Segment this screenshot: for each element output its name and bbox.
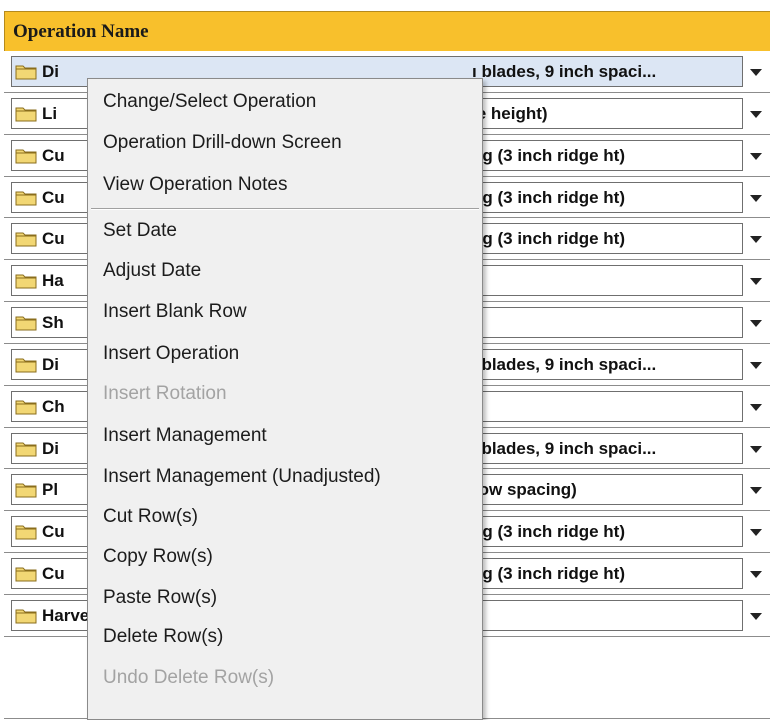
- operation-name-text-visible: je height): [472, 103, 548, 123]
- folder-icon: [15, 609, 37, 624]
- menu-item-insert-management[interactable]: Insert Management: [103, 425, 267, 447]
- menu-item-view-operation-notes[interactable]: View Operation Notes: [103, 174, 287, 196]
- menu-item-change-select-operation[interactable]: Change/Select Operation: [103, 91, 316, 113]
- operations-panel: Operation Name Di ı blades, 9 inch spaci…: [0, 0, 770, 720]
- menu-item-set-date[interactable]: Set Date: [103, 220, 177, 242]
- dropdown-arrow-icon[interactable]: [745, 432, 768, 464]
- operation-name-text-visible: ı blades, 9 inch spaci...: [472, 62, 657, 81]
- folder-icon: [15, 525, 37, 540]
- folder-icon: [15, 483, 37, 498]
- operation-name-text-visible: row spacing): [472, 480, 577, 500]
- dropdown-arrow-icon[interactable]: [745, 474, 768, 506]
- folder-icon: [15, 442, 37, 457]
- folder-icon: [15, 65, 37, 80]
- operation-name-column-header[interactable]: Operation Name: [4, 11, 770, 51]
- folder-icon: [15, 107, 37, 122]
- folder-icon: [15, 567, 37, 582]
- menu-separator: [91, 208, 479, 210]
- folder-icon: [15, 274, 37, 289]
- dropdown-arrow-icon[interactable]: [745, 307, 768, 339]
- dropdown-arrow-icon[interactable]: [745, 348, 768, 380]
- dropdown-arrow-icon[interactable]: [745, 97, 768, 129]
- menu-item-undo-delete-rows: Undo Delete Row(s): [103, 667, 275, 688]
- operation-name-text-visible: ng (3 inch ridge ht): [472, 564, 625, 584]
- dropdown-arrow-icon[interactable]: [745, 265, 768, 297]
- dropdown-arrow-icon[interactable]: [745, 181, 768, 213]
- operation-name-text-visible: ng (3 inch ridge ht): [472, 229, 625, 249]
- operation-name-text-visible: ı blades, 9 inch spaci...: [472, 438, 657, 458]
- folder-icon: [15, 358, 37, 373]
- dropdown-arrow-icon[interactable]: [745, 139, 768, 171]
- folder-icon: [15, 191, 37, 206]
- context-menu: Change/Select Operation Operation Drill-…: [87, 78, 483, 720]
- menu-item-delete-rows[interactable]: Delete Row(s): [103, 626, 223, 648]
- menu-item-insert-management-unadjusted[interactable]: Insert Management (Unadjusted): [103, 466, 381, 488]
- menu-item-cut-rows[interactable]: Cut Row(s): [103, 506, 198, 528]
- folder-icon: [15, 232, 37, 247]
- menu-item-insert-rotation: Insert Rotation: [103, 383, 227, 404]
- dropdown-arrow-icon[interactable]: [745, 223, 768, 255]
- dropdown-arrow-icon[interactable]: [745, 558, 768, 590]
- menu-item-adjust-date[interactable]: Adjust Date: [103, 260, 201, 282]
- operation-name-text-visible: ng (3 inch ridge ht): [472, 145, 625, 165]
- menu-item-copy-rows[interactable]: Copy Row(s): [103, 546, 213, 568]
- column-header-label: Operation Name: [13, 21, 149, 42]
- dropdown-arrow-icon[interactable]: [745, 56, 768, 87]
- dropdown-arrow-icon[interactable]: [745, 599, 768, 631]
- menu-item-insert-operation[interactable]: Insert Operation: [103, 343, 239, 365]
- folder-icon: [15, 316, 37, 331]
- operation-name-text-visible: ng (3 inch ridge ht): [472, 187, 625, 207]
- menu-item-paste-rows[interactable]: Paste Row(s): [103, 587, 217, 609]
- operation-name-text-visible: ng (3 inch ridge ht): [472, 522, 625, 542]
- operation-name-text-visible: ı blades, 9 inch spaci...: [472, 354, 657, 374]
- folder-icon: [15, 400, 37, 415]
- folder-icon: [15, 149, 37, 164]
- dropdown-arrow-icon[interactable]: [745, 390, 768, 422]
- menu-item-operation-drill-down[interactable]: Operation Drill-down Screen: [103, 132, 342, 154]
- dropdown-arrow-icon[interactable]: [745, 516, 768, 548]
- menu-item-insert-blank-row[interactable]: Insert Blank Row: [103, 301, 247, 323]
